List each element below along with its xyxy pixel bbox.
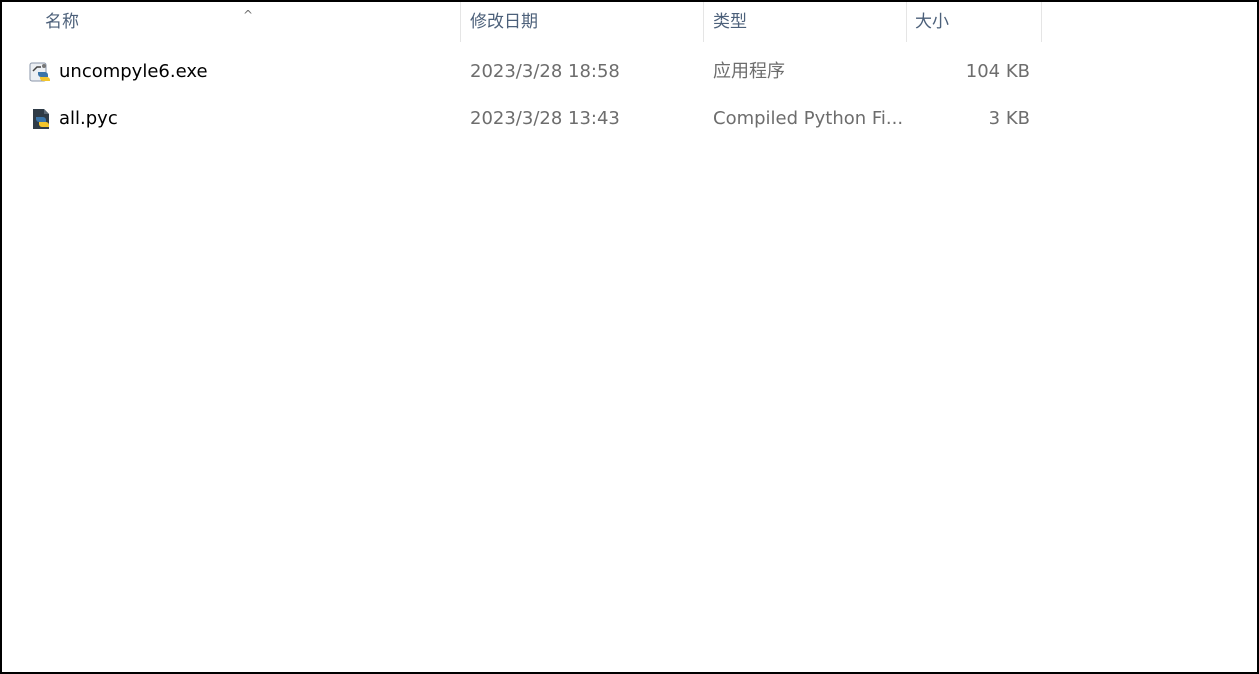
python-exe-icon: [29, 62, 50, 82]
file-name[interactable]: all.pyc: [59, 96, 118, 142]
file-size: 104 KB: [965, 61, 1030, 82]
file-name[interactable]: uncompyle6.exe: [59, 49, 208, 95]
column-header-size-label: 大小: [915, 12, 949, 32]
file-explorer-window: 名称 ^ 修改日期 类型 大小 uncompyle6.exe 2023/3/28…: [0, 0, 1259, 674]
file-row[interactable]: all.pyc 2023/3/28 13:43 Compiled Python …: [2, 96, 1042, 142]
file-type: Compiled Python Fi...: [713, 108, 904, 129]
file-date: 2023/3/28 18:58: [470, 61, 620, 82]
sort-ascending-icon: ^: [243, 8, 254, 22]
column-header-size[interactable]: 大小: [907, 2, 1042, 42]
column-header-name-label: 名称: [45, 12, 79, 32]
file-row[interactable]: uncompyle6.exe 2023/3/28 18:58 应用程序 104 …: [2, 49, 1042, 95]
column-header-type[interactable]: 类型: [704, 2, 907, 42]
file-size: 3 KB: [988, 108, 1030, 129]
file-date: 2023/3/28 13:43: [470, 108, 620, 129]
column-header-type-label: 类型: [713, 12, 747, 32]
column-header-name[interactable]: 名称 ^: [2, 2, 461, 42]
column-header-bar: 名称 ^ 修改日期 类型 大小: [2, 2, 1042, 42]
column-header-date[interactable]: 修改日期: [461, 2, 704, 42]
file-type: 应用程序: [713, 61, 785, 82]
column-header-date-label: 修改日期: [470, 12, 538, 32]
python-compiled-file-icon: [33, 109, 49, 129]
